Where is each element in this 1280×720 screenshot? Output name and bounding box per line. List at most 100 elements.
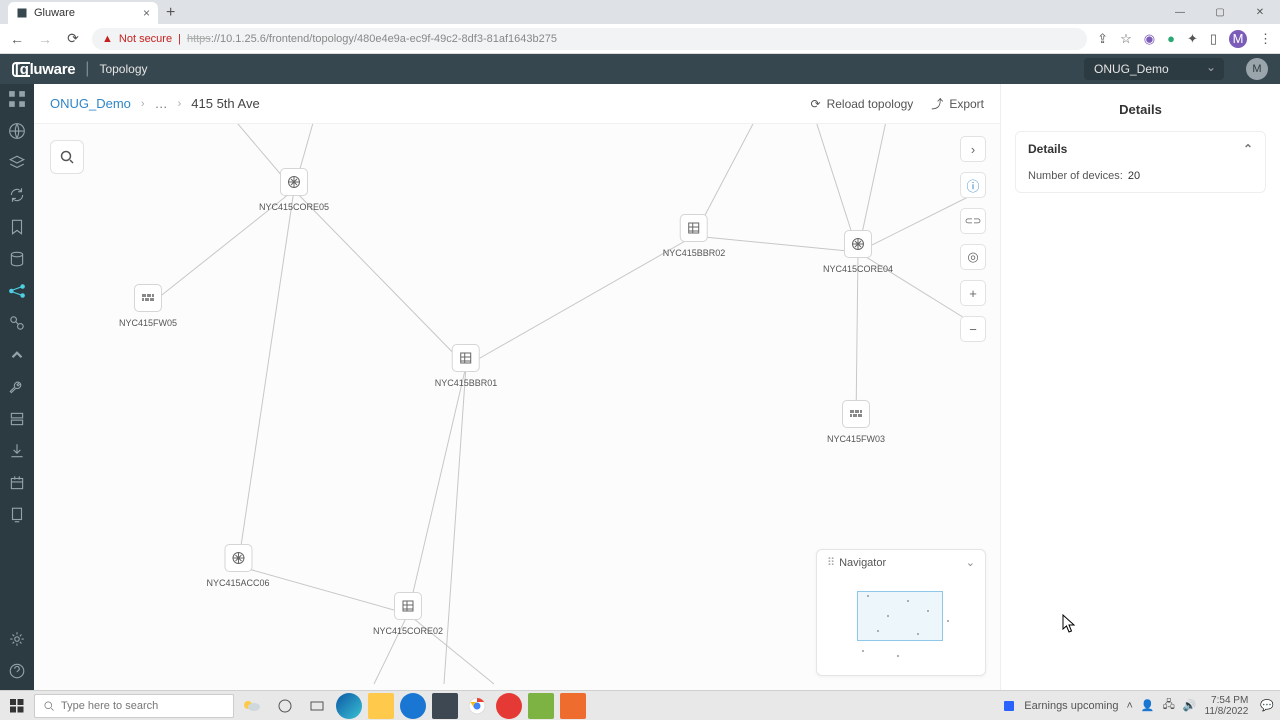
settings-icon[interactable] bbox=[8, 630, 26, 648]
zoom-in-button[interactable]: + bbox=[960, 280, 986, 306]
app-icon bbox=[16, 7, 28, 19]
minimize-button[interactable]: — bbox=[1160, 0, 1200, 24]
topology-node[interactable]: NYC415CORE04 bbox=[823, 230, 893, 274]
details-card: Details ⌃ Number of devices: 20 bbox=[1015, 131, 1266, 193]
details-title: Details bbox=[1015, 94, 1266, 131]
nav-rail bbox=[0, 84, 34, 690]
extensions-icon[interactable]: ✦ bbox=[1187, 31, 1198, 47]
taskbar-clock[interactable]: 7:54 PM 11/8/2022 bbox=[1205, 695, 1253, 717]
taskbar-search[interactable]: Type here to search bbox=[34, 694, 234, 718]
navigator-panel: ⠿ Navigator ⌄ bbox=[816, 549, 986, 676]
nav-link-icon[interactable] bbox=[8, 314, 26, 332]
app-icon-blue[interactable] bbox=[400, 693, 426, 719]
forward-button[interactable]: → bbox=[36, 31, 54, 47]
org-selector[interactable]: ONUG_Demo bbox=[1084, 58, 1224, 80]
share-icon[interactable]: ⇪ bbox=[1097, 31, 1108, 47]
logo[interactable]: [gluware bbox=[12, 61, 75, 78]
tab-title: Gluware bbox=[34, 7, 75, 19]
device-bbr-icon bbox=[394, 592, 422, 620]
insecure-label: Not secure bbox=[119, 33, 172, 45]
profile-avatar[interactable]: M bbox=[1229, 30, 1247, 48]
nav-bookmark-icon[interactable] bbox=[8, 218, 26, 236]
nav-server-icon[interactable] bbox=[8, 410, 26, 428]
section-label: Topology bbox=[99, 62, 147, 76]
node-label: NYC415BBR02 bbox=[663, 248, 726, 258]
reload-button[interactable]: ⟳ bbox=[64, 30, 82, 47]
export-icon: ⤴ bbox=[931, 95, 943, 112]
topology-node[interactable]: NYC415FW03 bbox=[827, 400, 885, 444]
breadcrumb-mid[interactable]: … bbox=[155, 96, 168, 111]
weather-widget[interactable] bbox=[240, 695, 266, 717]
node-label: NYC415FW03 bbox=[827, 434, 885, 444]
start-button[interactable] bbox=[6, 695, 28, 717]
map-toolbar: › ⓘ ⊂⊃ ◎ + − bbox=[960, 136, 986, 342]
app-icon-red[interactable] bbox=[496, 693, 522, 719]
zoom-out-button[interactable]: − bbox=[960, 316, 986, 342]
close-window-button[interactable]: ✕ bbox=[1240, 0, 1280, 24]
url-field[interactable]: ▲ Not secure | https://10.1.25.6/fronten… bbox=[92, 28, 1087, 50]
reload-topology-button[interactable]: ⟳ Reload topology bbox=[811, 95, 914, 112]
topology-node[interactable]: NYC415ACC06 bbox=[206, 544, 269, 588]
topology-node[interactable]: NYC415BBR01 bbox=[435, 344, 498, 388]
topology-node[interactable]: NYC415FW05 bbox=[119, 284, 177, 328]
edge-app-icon[interactable] bbox=[336, 693, 362, 719]
topology-node[interactable]: NYC415CORE05 bbox=[259, 168, 329, 212]
details-card-header[interactable]: Details ⌃ bbox=[1028, 142, 1253, 156]
search-button[interactable] bbox=[50, 140, 84, 174]
cortana-icon[interactable] bbox=[272, 693, 298, 719]
nav-wrench-icon[interactable] bbox=[8, 378, 26, 396]
app-icon-green[interactable] bbox=[528, 693, 554, 719]
topology-node[interactable]: NYC415BBR02 bbox=[663, 214, 726, 258]
nav-download-icon[interactable] bbox=[8, 442, 26, 460]
tray-chevron-icon[interactable]: ˄ bbox=[1126, 700, 1132, 712]
user-avatar[interactable]: M bbox=[1246, 58, 1268, 80]
insecure-icon: ▲ bbox=[102, 33, 113, 45]
news-text[interactable]: Earnings upcoming bbox=[1024, 700, 1118, 712]
nav-collapse-icon[interactable] bbox=[8, 346, 26, 364]
fit-button[interactable]: ⊂⊃ bbox=[960, 208, 986, 234]
locate-button[interactable]: ◎ bbox=[960, 244, 986, 270]
reload-icon: ⟳ bbox=[811, 97, 821, 111]
nav-database-icon[interactable] bbox=[8, 250, 26, 268]
info-button[interactable]: ⓘ bbox=[960, 172, 986, 198]
nav-globe-icon[interactable] bbox=[8, 122, 26, 140]
device-core-icon bbox=[224, 544, 252, 572]
nav-topology-icon[interactable] bbox=[8, 282, 26, 300]
nav-calendar-icon[interactable] bbox=[8, 474, 26, 492]
extension-icon-1[interactable]: ◉ bbox=[1144, 31, 1155, 47]
chrome-app-icon[interactable] bbox=[464, 693, 490, 719]
nav-host-icon[interactable] bbox=[8, 506, 26, 524]
navigator-minimap[interactable] bbox=[817, 575, 985, 675]
panel-icon[interactable]: ▯ bbox=[1210, 31, 1217, 47]
browser-tab[interactable]: Gluware × bbox=[8, 2, 158, 24]
tray-network-icon[interactable]: 🖧 bbox=[1163, 696, 1175, 715]
topology-node[interactable]: NYC415CORE02 bbox=[373, 592, 443, 636]
expand-panel-button[interactable]: › bbox=[960, 136, 986, 162]
extension-icon-2[interactable]: ● bbox=[1167, 31, 1175, 46]
navigator-header[interactable]: ⠿ Navigator ⌄ bbox=[817, 550, 985, 575]
notifications-icon[interactable]: 💬 bbox=[1260, 699, 1274, 712]
nav-layers-icon[interactable] bbox=[8, 154, 26, 172]
export-button[interactable]: ⤴ Export bbox=[931, 95, 984, 112]
breadcrumb-root[interactable]: ONUG_Demo bbox=[50, 96, 131, 111]
close-tab-icon[interactable]: × bbox=[143, 6, 150, 20]
tray-volume-icon[interactable]: 🔊 bbox=[1183, 699, 1197, 712]
menu-icon[interactable]: ⋮ bbox=[1259, 31, 1272, 47]
task-view-icon[interactable] bbox=[304, 693, 330, 719]
explorer-app-icon[interactable] bbox=[368, 693, 394, 719]
topology-canvas[interactable]: NYC415CORE05 NYC415FW05 NYC415BBR01 NYC415B… bbox=[34, 124, 1000, 690]
maximize-button[interactable]: ▢ bbox=[1200, 0, 1240, 24]
nav-dashboard-icon[interactable] bbox=[8, 90, 26, 108]
news-icon[interactable] bbox=[1002, 699, 1016, 713]
details-panel: Details Details ⌃ Number of devices: 20 bbox=[1000, 84, 1280, 690]
minimap-viewport[interactable] bbox=[857, 591, 943, 641]
app-icon-orange[interactable] bbox=[560, 693, 586, 719]
device-fw-icon bbox=[842, 400, 870, 428]
back-button[interactable]: ← bbox=[8, 31, 26, 47]
tray-people-icon[interactable]: 👤 bbox=[1141, 699, 1155, 712]
new-tab-button[interactable]: + bbox=[166, 4, 175, 24]
help-icon[interactable] bbox=[8, 662, 26, 680]
bookmark-icon[interactable]: ☆ bbox=[1120, 31, 1132, 47]
app-icon-putty[interactable] bbox=[432, 693, 458, 719]
nav-refresh-icon[interactable] bbox=[8, 186, 26, 204]
